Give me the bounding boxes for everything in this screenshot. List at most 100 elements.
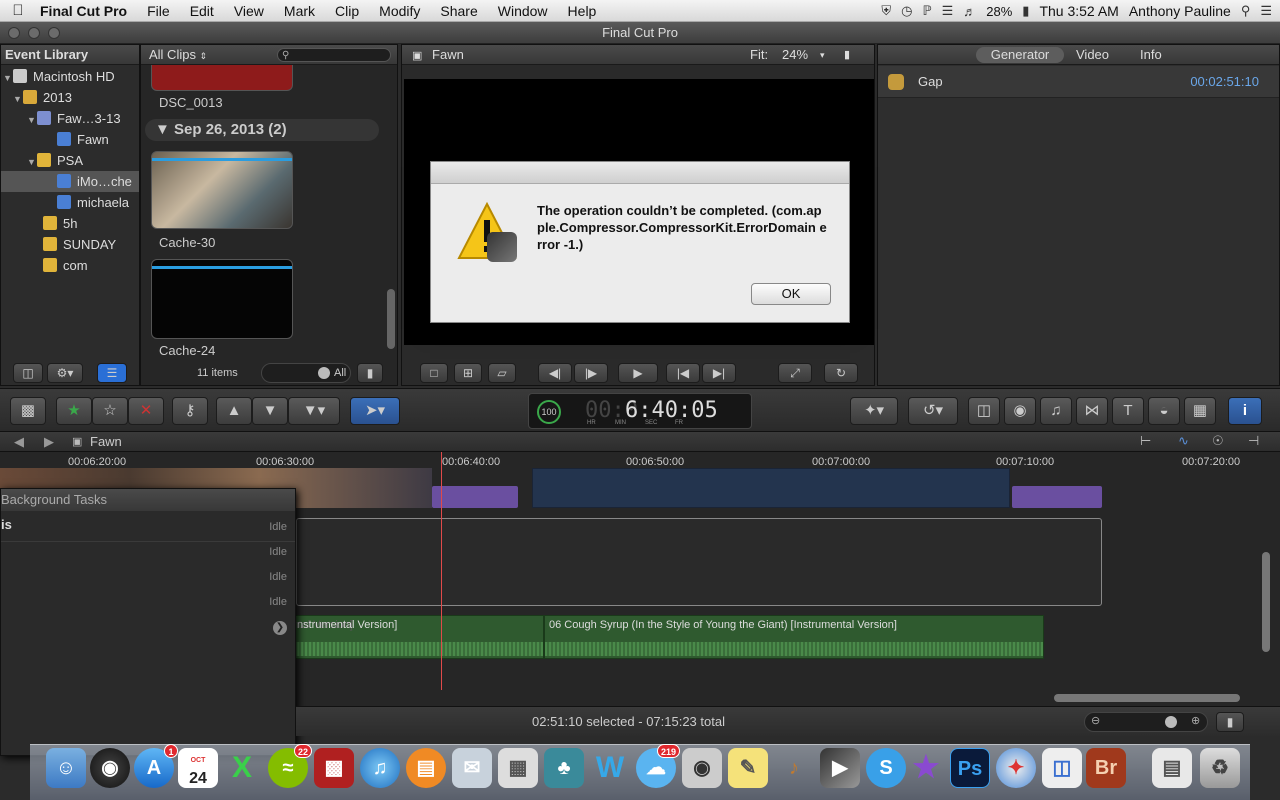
word-w-icon[interactable]: W <box>590 748 630 788</box>
spotify-icon[interactable]: ≈22 <box>268 744 312 788</box>
keyword-editor-button[interactable]: ⚷ <box>172 397 208 425</box>
retime-button[interactable]: ↺▾ <box>908 397 958 425</box>
finder-icon[interactable]: ☺ <box>46 748 86 788</box>
zoom-menu-chevron-icon[interactable]: ▾ <box>820 45 825 65</box>
library-item-macintosh-hd[interactable]: ▼ Macintosh HD <box>3 66 139 87</box>
menu-app-name[interactable]: Final Cut Pro <box>36 3 137 19</box>
timecode-display[interactable]: 6:40:05 <box>625 398 718 423</box>
notification-center-icon[interactable]: ☰ <box>1260 3 1272 19</box>
ok-button[interactable]: OK <box>751 283 831 305</box>
excel-x-icon[interactable]: X <box>222 748 262 788</box>
menu-window[interactable]: Window <box>488 3 558 19</box>
favorite-button[interactable]: ★ <box>56 397 92 425</box>
import-media-button[interactable]: ▩ <box>10 397 46 425</box>
library-item-com[interactable]: com <box>43 255 139 276</box>
slider-knob[interactable] <box>318 367 330 379</box>
clip-thumbnail-dsc0013[interactable] <box>151 65 293 91</box>
menu-edit[interactable]: Edit <box>180 3 224 19</box>
date-group-header[interactable]: ▼ Sep 26, 2013 (2) <box>145 119 379 141</box>
zoom-level[interactable]: 24% <box>782 45 808 65</box>
zoom-in-icon[interactable]: ⊕ <box>1191 714 1200 727</box>
previous-frame-button[interactable]: ◀| <box>538 363 572 383</box>
calculator-icon[interactable]: ▦ <box>498 748 538 788</box>
volume-icon[interactable]: ♬ <box>963 4 976 19</box>
transform-button[interactable]: □ <box>420 363 448 383</box>
gap-clip[interactable] <box>296 518 1102 606</box>
generators-browser-button[interactable]: ◒ <box>1148 397 1180 425</box>
clip-thumbnail-cache30[interactable] <box>151 151 293 229</box>
video-clip-2[interactable] <box>532 468 1010 508</box>
camera-lens-icon[interactable]: ◉ <box>90 748 130 788</box>
action-menu-button[interactable]: ⚙▾ <box>47 363 83 383</box>
themes-browser-button[interactable]: ▦ <box>1184 397 1216 425</box>
trash-icon[interactable]: ♻ <box>1200 748 1240 788</box>
audio-clip-2[interactable]: 06 Cough Syrup (In the Style of Young th… <box>544 615 1044 659</box>
insert-clip-button[interactable]: ▼ <box>252 397 288 425</box>
preview-icon[interactable]: ◫ <box>1042 748 1082 788</box>
clock[interactable]: Thu 3:52 AM <box>1039 3 1118 19</box>
time-machine-icon[interactable]: ◷ <box>901 3 912 19</box>
garageband-guitar-icon[interactable]: ♪ <box>774 748 814 788</box>
filmstrip-view-button[interactable]: ☰ <box>97 363 127 383</box>
library-item-psa[interactable]: ▼ PSA <box>27 150 139 171</box>
wifi-icon[interactable]: ☰ <box>942 3 954 19</box>
clip-appearance-switch[interactable]: ▮ <box>1216 712 1244 732</box>
history-forward-icon[interactable]: ▶ <box>44 434 54 450</box>
menu-modify[interactable]: Modify <box>369 3 430 19</box>
menu-mark[interactable]: Mark <box>274 3 325 19</box>
timeline-vertical-scrollbar[interactable] <box>1262 552 1270 652</box>
crop-button[interactable]: ⊞ <box>454 363 482 383</box>
disclosure-triangle-icon[interactable]: ▼ <box>3 68 13 89</box>
loop-button[interactable]: ↻ <box>824 363 858 383</box>
library-item-imo-che[interactable]: iMo…che <box>1 171 139 192</box>
mail-stamp-icon[interactable]: ✉ <box>452 748 492 788</box>
tab-generator[interactable]: Generator <box>976 47 1064 63</box>
tab-info[interactable]: Info <box>1140 45 1162 65</box>
skype-icon[interactable]: S <box>866 748 906 788</box>
clip-skimming-icon[interactable]: ⊢ <box>1140 433 1151 449</box>
menu-help[interactable]: Help <box>558 3 607 19</box>
spotlight-search-icon[interactable]: ⚲ <box>1241 3 1251 19</box>
unrate-button[interactable]: ☆ <box>92 397 128 425</box>
timeline-horizontal-scrollbar[interactable] <box>1054 694 1240 702</box>
view-options-icon[interactable]: ▮ <box>844 45 850 65</box>
play-button[interactable]: ▶ <box>618 363 658 383</box>
safari-compass-icon[interactable]: ✦ <box>996 748 1036 788</box>
imovie-star-icon[interactable]: ★ <box>906 748 946 788</box>
clip-size-slider[interactable]: All <box>261 363 351 383</box>
fullscreen-button[interactable]: ⤢ <box>778 363 812 383</box>
menu-share[interactable]: Share <box>430 3 487 19</box>
timeline-zoom-slider[interactable]: ⊖ ⊕ <box>1084 712 1208 732</box>
all-clips-filter[interactable]: All Clips <box>149 47 196 62</box>
iphoto-icon[interactable]: ♣ <box>544 748 584 788</box>
library-item-sunday[interactable]: SUNDAY <box>43 234 139 255</box>
clip-appearance-button[interactable]: ▮ <box>357 363 383 383</box>
apple-menu-icon[interactable]:  <box>0 2 36 19</box>
go-to-end-button[interactable]: ▶| <box>702 363 736 383</box>
ibooks-icon[interactable]: ▤ <box>406 748 446 788</box>
select-tool-button[interactable]: ➤▾ <box>350 397 400 425</box>
shield-icon[interactable]: ⛨ <box>881 3 891 19</box>
tab-video[interactable]: Video <box>1076 45 1109 65</box>
task-reveal-arrow-icon[interactable]: ❯ <box>273 621 287 635</box>
snapping-icon[interactable]: ⊣ <box>1248 433 1259 449</box>
transition-clip-2[interactable] <box>1012 486 1102 508</box>
app-store-icon[interactable]: A1 <box>134 744 178 788</box>
transition-clip-1[interactable] <box>432 486 518 508</box>
battery-icon[interactable]: ▮ <box>1022 3 1029 19</box>
itunes-icon[interactable]: ♫ <box>360 748 400 788</box>
library-item-5h[interactable]: 5h <box>43 213 139 234</box>
menu-file[interactable]: File <box>137 3 180 19</box>
photo-browser-button[interactable]: ◉ <box>1004 397 1036 425</box>
playhead[interactable] <box>441 452 442 690</box>
library-item-michaela[interactable]: michaela <box>57 192 139 213</box>
connect-clip-button[interactable]: ▲ <box>216 397 252 425</box>
next-frame-button[interactable]: |▶ <box>574 363 608 383</box>
effects-browser-button[interactable]: ◫ <box>968 397 1000 425</box>
minimize-window-button[interactable] <box>28 27 40 39</box>
browser-scrollbar[interactable] <box>387 289 395 349</box>
zoom-window-button[interactable] <box>48 27 60 39</box>
audio-skimming-icon[interactable]: ∿ <box>1178 433 1189 449</box>
image-capture-icon[interactable]: ◉ <box>682 748 722 788</box>
final-cut-pro-icon[interactable]: ▶ <box>820 748 860 788</box>
